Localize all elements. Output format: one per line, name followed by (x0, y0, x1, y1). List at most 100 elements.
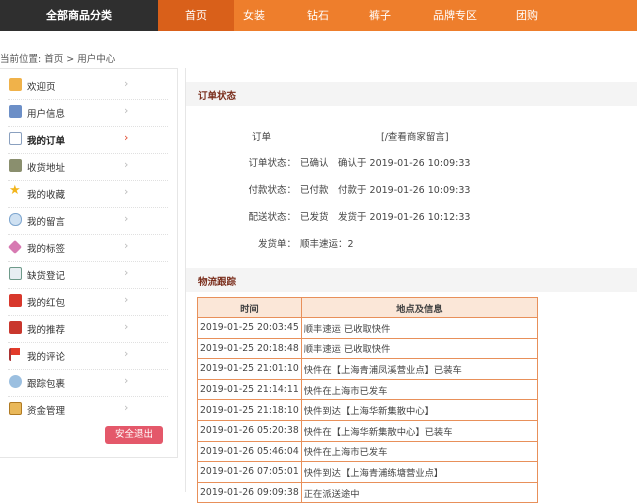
all-categories-button[interactable]: 全部商品分类 (0, 0, 158, 31)
chevron-right-icon: › (124, 320, 129, 333)
recommend-icon (9, 321, 22, 334)
top-nav: 全部商品分类 首页 女装 钻石 裤子 品牌专区 团购 (0, 0, 637, 31)
merchant-message-link[interactable]: [/查看商家留言] (381, 129, 449, 143)
chevron-right-icon: › (124, 401, 129, 414)
logout-button[interactable]: 安全退出 (105, 426, 163, 444)
chevron-right-icon: › (124, 104, 129, 117)
tracking-info: 快件在上海市已发车 (300, 440, 539, 463)
package-track-icon (9, 375, 22, 388)
nav-group-buy[interactable]: 团购 (505, 0, 549, 31)
table-row: 2019-01-25 20:18:48 顺丰速运 已收取快件 (197, 337, 539, 360)
nav-pants[interactable]: 裤子 (360, 0, 400, 31)
column-header-location: 地点及信息 (300, 297, 539, 318)
sidebar-item-label: 我的订单 (27, 136, 66, 147)
chevron-right-icon: › (124, 293, 129, 306)
sidebar-item-label: 我的评论 (27, 352, 66, 363)
sidebar-item-my-orders[interactable]: 我的订单 › (0, 126, 178, 153)
star-icon: ★ (9, 183, 21, 198)
breadcrumb: 当前位置: 首页 > 用户中心 (0, 54, 116, 65)
sidebar-item-favorites[interactable]: ★ 我的收藏 › (0, 180, 178, 207)
order-status-header: 订单状态 (186, 82, 637, 106)
delivery-state-label: 配送状态： (248, 212, 296, 223)
sidebar-item-funds[interactable]: 资金管理 › (0, 396, 178, 423)
sidebar-item-label: 资金管理 (27, 406, 66, 417)
tracking-title: 物流跟踪 (198, 277, 237, 288)
order-state-value: 已确认 (300, 158, 329, 169)
wallet-icon (9, 402, 22, 415)
home-icon (9, 78, 22, 91)
tracking-info: 快件在【上海青浦凤溪营业点】已装车 (300, 358, 539, 380)
sidebar-item-reviews[interactable]: 我的评论 › (0, 342, 178, 369)
order-number-label: 订单 (251, 132, 271, 143)
nav-womens-clothing[interactable]: 女装 (234, 0, 274, 31)
tracking-table: 时间 地点及信息 2019-01-25 20:03:45 顺丰速运 已收取快件 2… (197, 297, 539, 503)
chevron-right-icon: › (124, 347, 129, 360)
tracking-time: 2019-01-25 21:14:11 (197, 378, 302, 401)
sidebar-item-track-package[interactable]: 跟踪包裹 › (0, 369, 178, 396)
tracking-info: 顺丰速运 已收取快件 (300, 337, 539, 360)
nav-diamonds[interactable]: 钻石 (298, 0, 338, 31)
tracking-info: 正在派送途中 (300, 481, 539, 503)
shipping-doc-value: 顺丰速运：2 (300, 239, 354, 250)
sidebar-item-user-info[interactable]: 用户信息 › (0, 99, 178, 126)
chevron-right-icon: › (124, 212, 129, 225)
shipping-doc-label: 发货单： (257, 239, 296, 250)
chevron-right-icon: › (124, 77, 129, 90)
chevron-right-icon: › (124, 239, 129, 252)
tracking-time: 2019-01-25 20:03:45 (197, 317, 302, 339)
tracking-info: 顺丰速运 已收取快件 (300, 317, 539, 339)
order-status-title: 订单状态 (198, 91, 237, 102)
user-center-sidebar: 欢迎页 › 用户信息 › 我的订单 › 收货地址 › ★ 我的收藏 › 我的留言… (0, 68, 178, 458)
nav-home[interactable]: 首页 (158, 0, 234, 31)
sidebar-item-tags[interactable]: 我的标签 › (0, 234, 178, 261)
sidebar-item-label: 欢迎页 (27, 82, 56, 93)
sidebar-item-red-envelopes[interactable]: 我的红包 › (0, 288, 178, 315)
tracking-time: 2019-01-25 21:18:10 (197, 399, 302, 421)
chevron-right-icon: › (124, 131, 129, 144)
table-row: 2019-01-26 09:09:38 正在派送途中 (197, 481, 539, 503)
id-card-icon (9, 105, 22, 118)
tracking-time: 2019-01-25 21:01:10 (197, 358, 302, 380)
column-header-time: 时间 (197, 297, 302, 318)
sidebar-item-label: 我的留言 (27, 217, 66, 228)
order-state-label: 订单状态： (248, 158, 296, 169)
tracking-info: 快件在上海市已发车 (300, 378, 539, 401)
table-row: 2019-01-26 05:46:04 快件在上海市已发车 (197, 440, 539, 463)
table-row: 2019-01-25 21:18:10 快件到达【上海华新集散中心】 (197, 399, 539, 421)
sidebar-item-label: 我的推荐 (27, 325, 66, 336)
delivery-state-value: 已发货 (300, 212, 329, 223)
chevron-right-icon: › (124, 374, 129, 387)
sidebar-item-messages[interactable]: 我的留言 › (0, 207, 178, 234)
sidebar-item-label: 我的标签 (27, 244, 66, 255)
payment-state-label: 付款状态： (248, 185, 296, 196)
payment-state-value: 已付款 (300, 185, 329, 196)
flag-icon (9, 348, 22, 361)
tracking-time: 2019-01-26 09:09:38 (197, 481, 302, 503)
tracking-info: 快件到达【上海华新集散中心】 (300, 399, 539, 421)
sidebar-item-welcome[interactable]: 欢迎页 › (0, 72, 178, 99)
sidebar-item-recommendations[interactable]: 我的推荐 › (0, 315, 178, 342)
tracking-time: 2019-01-26 05:20:38 (197, 419, 302, 442)
tracking-time: 2019-01-25 20:18:48 (197, 337, 302, 360)
nav-brand-zone[interactable]: 品牌专区 (425, 0, 485, 31)
table-header-row: 时间 地点及信息 (197, 297, 539, 318)
document-icon (9, 132, 22, 145)
sidebar-item-shipping-address[interactable]: 收货地址 › (0, 153, 178, 180)
tracking-time: 2019-01-26 05:46:04 (197, 440, 302, 463)
clipboard-icon (9, 267, 22, 280)
table-row: 2019-01-25 20:03:45 顺丰速运 已收取快件 (197, 317, 539, 339)
sidebar-item-label: 跟踪包裹 (27, 379, 66, 390)
delivery-state-detail: 发货于 2019-01-26 10:12:33 (338, 212, 471, 223)
table-row: 2019-01-26 05:20:38 快件在【上海华新集散中心】已装车 (197, 419, 539, 442)
chevron-right-icon: › (124, 266, 129, 279)
sidebar-item-label: 用户信息 (27, 109, 66, 120)
tracking-info: 快件在【上海华新集散中心】已装车 (300, 419, 539, 442)
red-envelope-icon (9, 294, 22, 307)
tracking-info: 快件到达【上海青浦练塘营业点】 (300, 461, 539, 483)
table-row: 2019-01-25 21:14:11 快件在上海市已发车 (197, 378, 539, 401)
payment-state-detail: 付款于 2019-01-26 10:09:33 (338, 185, 471, 196)
address-book-icon (9, 159, 22, 172)
chevron-right-icon: › (124, 158, 129, 171)
sidebar-item-out-of-stock[interactable]: 缺货登记 › (0, 261, 178, 288)
sidebar-item-label: 我的收藏 (27, 190, 66, 201)
